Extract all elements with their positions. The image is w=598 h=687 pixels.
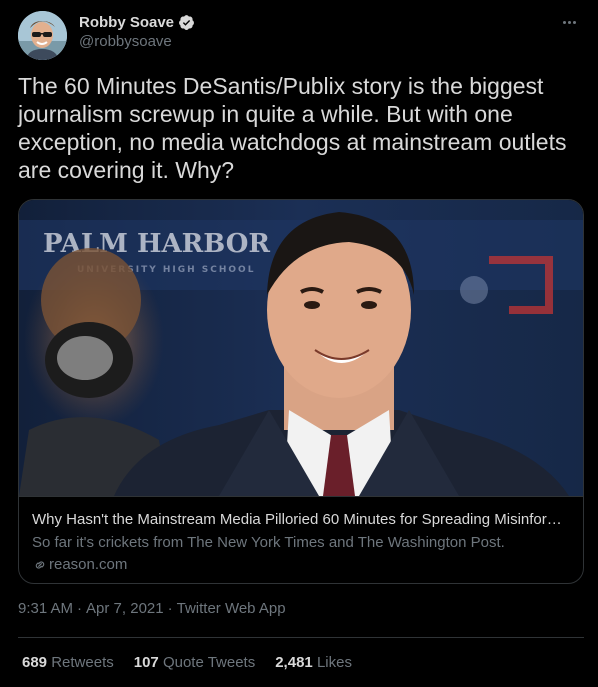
quotes-label: Quote Tweets	[162, 654, 256, 671]
tweet-stats: 689 Retweets 107 Quote Tweets 2,481 Like…	[22, 654, 372, 671]
tweet: Robby Soave @robbysoave The 60 Minutes D…	[0, 0, 598, 687]
retweets-stat[interactable]: 689 Retweets	[22, 654, 114, 671]
card-description: So far it's crickets from The New York T…	[32, 534, 505, 551]
tweet-meta: 9:31 AM · Apr 7, 2021 · Twitter Web App	[18, 600, 286, 617]
display-name[interactable]: Robby Soave	[79, 14, 174, 31]
tweet-source[interactable]: Twitter Web App	[177, 600, 286, 617]
card-domain[interactable]: reason.com	[32, 556, 570, 573]
quotes-count: 107	[133, 654, 159, 671]
card-title[interactable]: Why Hasn't the Mainstream Media Pillorie…	[32, 511, 570, 530]
tweet-time[interactable]: 9:31 AM	[18, 600, 73, 617]
quote-tweets-stat[interactable]: 107 Quote Tweets	[134, 654, 255, 671]
tweet-text: The 60 Minutes DeSantis/Publix story is …	[18, 73, 567, 183]
likes-stat[interactable]: 2,481 Likes	[275, 654, 352, 671]
link-icon	[35, 560, 45, 569]
tweet-header: Robby Soave @robbysoave	[18, 11, 580, 61]
likes-count: 2,481	[275, 654, 313, 671]
more-horizontal-icon[interactable]	[558, 13, 580, 31]
author-name-block: Robby Soave @robbysoave	[79, 12, 195, 50]
card-body[interactable]: Why Hasn't the Mainstream Media Pillorie…	[19, 496, 583, 583]
display-name-row: Robby Soave	[79, 12, 195, 32]
meta-separator: ·	[77, 600, 83, 617]
tweet-date[interactable]: Apr 7, 2021	[86, 600, 164, 617]
link-card[interactable]: PALM HARBOR UNIVERSITY HIGH SCHOOL Why H…	[18, 199, 584, 584]
likes-label: Likes	[316, 654, 352, 671]
handle[interactable]: @robbysoave	[79, 33, 195, 50]
meta-separator: ·	[167, 600, 173, 617]
card-domain-text: reason.com	[49, 556, 128, 573]
verified-badge-icon	[179, 14, 194, 30]
card-image[interactable]: PALM HARBOR UNIVERSITY HIGH SCHOOL	[19, 200, 583, 496]
avatar[interactable]	[18, 11, 67, 60]
retweets-count: 689	[22, 654, 48, 671]
divider	[18, 637, 584, 638]
retweets-label: Retweets	[51, 654, 114, 671]
